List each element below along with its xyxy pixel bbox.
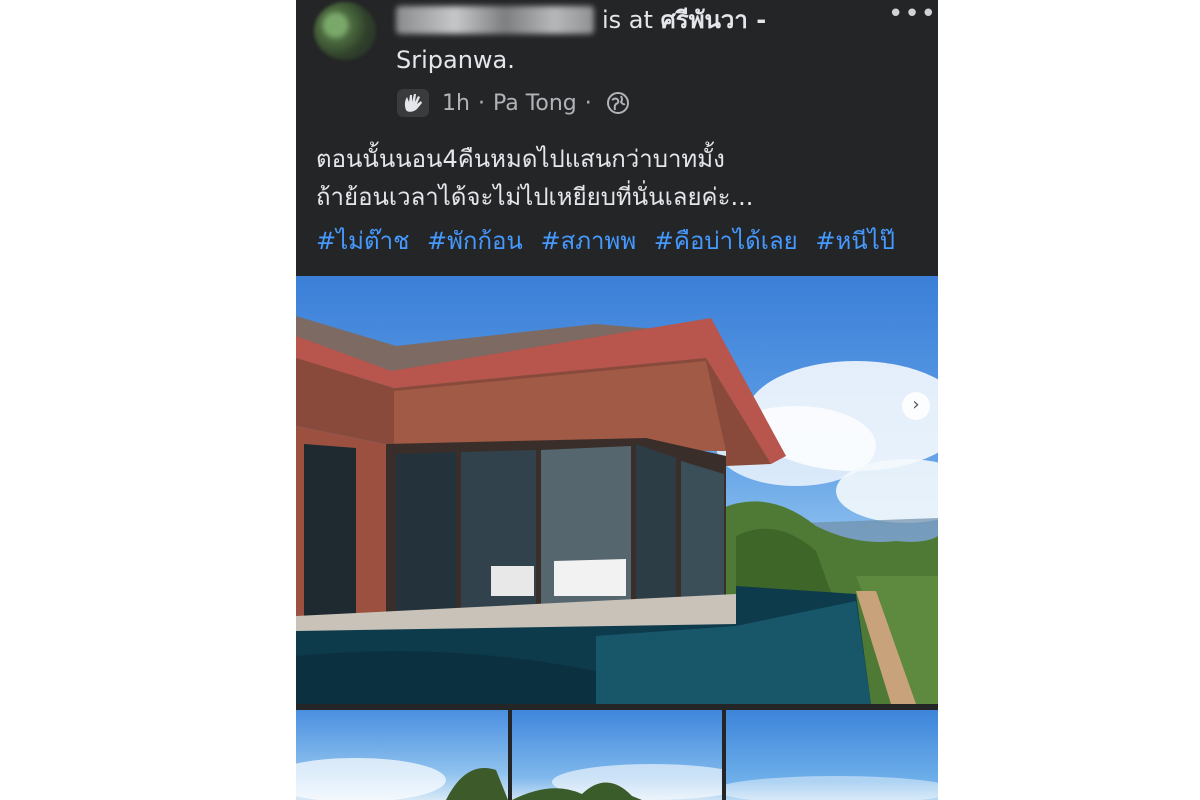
post-meta: 1h · Pa Tong · [396, 88, 630, 118]
photo-thumbnail[interactable] [296, 710, 508, 800]
thumbnail-illustration [726, 776, 938, 800]
hashtag-link[interactable]: #สภาพพ [540, 227, 636, 255]
separator-dot: · [477, 90, 485, 116]
villa-photo[interactable]: › [296, 276, 938, 704]
place-link[interactable]: ศรีพันวา - [661, 6, 767, 34]
more-options-icon[interactable]: ••• [888, 1, 937, 27]
hashtag-list: #ไม่ต๊าช #พักก้อน #สภาพพ #คือบ่าได้เลย #… [316, 224, 905, 258]
avatar[interactable] [314, 2, 376, 60]
waving-hand-icon [396, 88, 430, 118]
hashtag-link[interactable]: #พักก้อน [427, 227, 523, 255]
thumbnail-illustration [296, 758, 508, 800]
separator-dot: · [584, 90, 592, 116]
villa-photo-illustration [296, 316, 938, 704]
post-title: is at ศรีพันวา - [602, 4, 766, 36]
globe-icon [606, 91, 630, 115]
next-photo-button[interactable]: › [902, 392, 930, 420]
place-link-line2[interactable]: Sripanwa. [396, 44, 515, 76]
post-location[interactable]: Pa Tong [493, 91, 577, 116]
thumbnail-illustration [512, 764, 722, 800]
photo-thumbnail[interactable] [512, 710, 722, 800]
facebook-post: is at ศรีพันวา - Sripanwa. ••• 1h · Pa T… [296, 0, 938, 800]
photo-thumbnail[interactable] [726, 710, 938, 800]
chevron-right-icon: › [912, 394, 920, 415]
post-header: is at ศรีพันวา - Sripanwa. ••• 1h · Pa T… [296, 0, 938, 274]
hashtag-link[interactable]: #หนีไป๊ [815, 227, 895, 255]
post-time[interactable]: 1h [442, 91, 470, 116]
post-text: ตอนนั้นนอน4คืนหมดไปแสนกว่าบาทมั้ง ถ้าย้อ… [316, 145, 754, 211]
hashtag-link[interactable]: #ไม่ต๊าช [316, 227, 409, 255]
hashtag-link[interactable]: #คือบ่าได้เลย [654, 227, 798, 255]
author-name-blurred[interactable] [396, 6, 594, 34]
checkin-label: is at [602, 6, 653, 34]
